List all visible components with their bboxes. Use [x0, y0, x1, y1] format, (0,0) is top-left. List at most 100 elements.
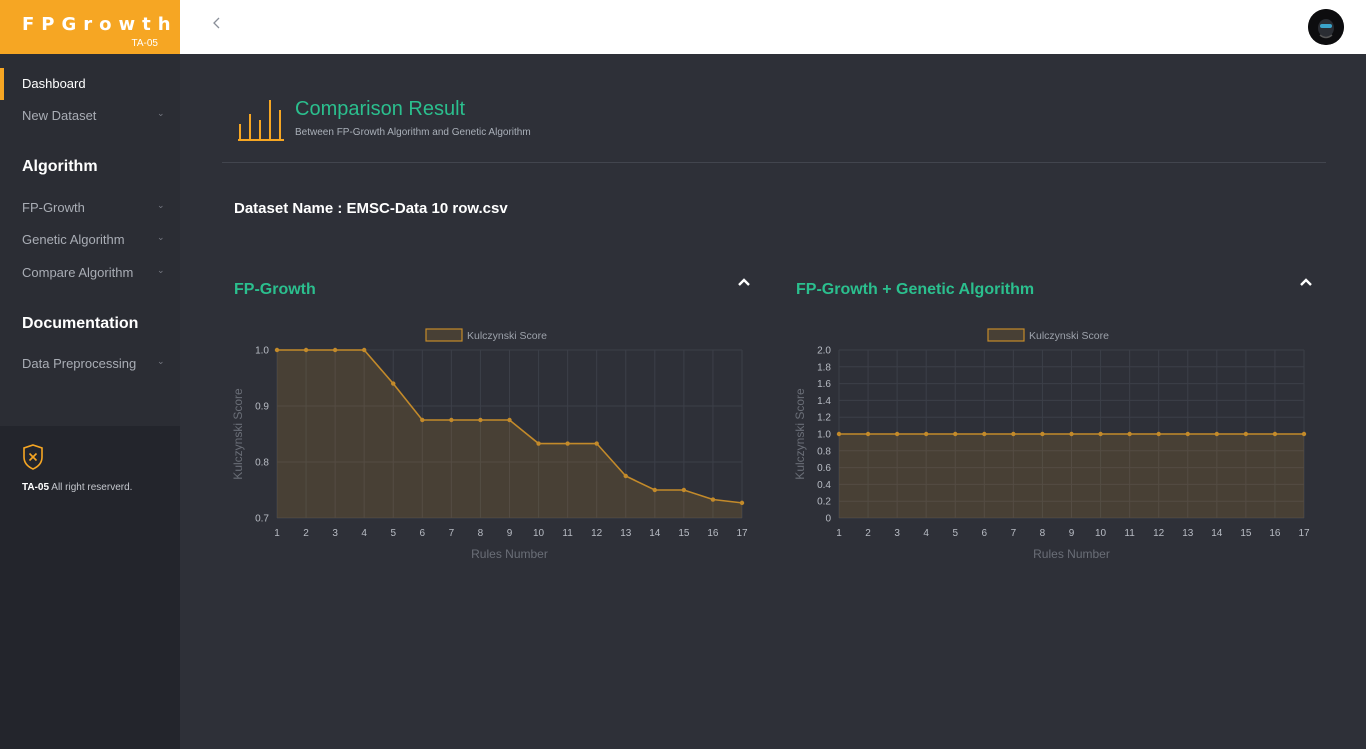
x-tick-label: 14	[649, 528, 661, 539]
data-point	[391, 381, 396, 386]
data-point	[1243, 431, 1249, 437]
algorithm-heading: Algorithm	[22, 158, 98, 175]
sidebar-item-label: Genetic Algorithm	[22, 232, 125, 247]
data-point	[420, 417, 425, 423]
x-tick-label: 17	[736, 528, 748, 539]
sidebar-item-new-dataset[interactable]: New Dataset ⌄	[0, 100, 180, 130]
x-axis-label: Rules Number	[1033, 547, 1110, 561]
y-tick-label: 1.2	[817, 413, 831, 424]
chart-fp-growth: Kulczynski Score1.00.90.80.71 2 3 4 5 6 7 8 9 10 1…	[231, 328, 748, 561]
x-tick-label: 6	[420, 528, 426, 539]
chevron-left-icon[interactable]	[207, 14, 227, 38]
sidebar-item-label: FP-Growth	[22, 200, 85, 215]
data-point	[1098, 431, 1103, 437]
x-tick-label: 10	[533, 528, 545, 539]
x-tick-label: 4	[361, 528, 367, 539]
x-tick-label: 1	[836, 528, 842, 539]
y-axis-label: Kulczynski Score	[231, 388, 245, 480]
data-point	[1214, 431, 1220, 437]
sidebar-item-fp-growth[interactable]: FP-Growth ⌄	[0, 192, 180, 222]
x-tick-label: 9	[1069, 528, 1075, 539]
chevron-up-icon[interactable]	[1296, 272, 1316, 292]
x-tick-label: 13	[620, 528, 632, 539]
data-point	[1156, 431, 1161, 437]
panel-title-fp-growth-genetic: FP-Growth + Genetic Algorithm	[796, 281, 1035, 298]
data-point	[681, 487, 687, 493]
sidebar-item-label: New Dataset	[22, 108, 97, 123]
x-tick-label: 2	[303, 528, 309, 539]
chevron-down-icon: ⌄	[157, 265, 165, 275]
brand-logo[interactable]: FPGrowth TA-05	[0, 0, 180, 54]
x-tick-label: 8	[478, 528, 484, 539]
x-tick-label: 8	[1040, 528, 1046, 539]
sidebar-item-data-preprocessing[interactable]: Data Preprocessing ⌄	[0, 348, 180, 378]
data-point	[594, 441, 599, 446]
divider	[222, 162, 1326, 163]
x-tick-label: 16	[707, 528, 719, 539]
series-area	[839, 434, 1304, 518]
x-tick-label: 5	[390, 528, 396, 539]
y-tick-label: 0.9	[255, 402, 269, 413]
x-tick-label: 10	[1095, 528, 1107, 539]
data-point	[923, 431, 929, 437]
data-point	[652, 487, 658, 493]
sidebar: Dashboard New Dataset ⌄ Algorithm FP-Gro…	[0, 54, 180, 749]
data-point	[478, 417, 483, 423]
chart-legend: Kulczynski Score	[987, 328, 1109, 342]
data-point	[1011, 431, 1016, 437]
page-title: Comparison Result	[295, 98, 466, 120]
data-point	[836, 431, 842, 437]
brand-name: FPGrowth	[22, 14, 178, 35]
x-tick-label: 1	[274, 528, 280, 539]
x-tick-label: 9	[507, 528, 513, 539]
user-avatar[interactable]	[1308, 9, 1344, 45]
chevron-down-icon: ⌄	[157, 356, 165, 366]
sidebar-item-dashboard[interactable]: Dashboard	[0, 68, 180, 100]
legend-swatch	[987, 328, 1025, 342]
x-tick-label: 11	[1124, 528, 1135, 539]
chevron-down-icon: ⌄	[157, 232, 165, 242]
data-point	[1040, 431, 1045, 437]
sidebar-menu: Dashboard New Dataset ⌄ Algorithm FP-Gro…	[0, 54, 180, 426]
page-subtitle: Between FP-Growth Algorithm and Genetic …	[295, 127, 531, 138]
y-tick-label: 2.0	[817, 346, 831, 357]
y-tick-label: 1.6	[817, 379, 831, 390]
chart-fp-growth-genetic: Kulczynski Score 2.0 1.8 1.6 1.4 1.2 1.0 0.8 0.6…	[793, 328, 1310, 561]
brand-subtitle: TA-05	[131, 38, 159, 49]
x-tick-label: 5	[952, 528, 958, 539]
x-tick-label: 12	[1153, 528, 1165, 539]
y-tick-label: 0.4	[817, 480, 831, 491]
x-tick-label: 7	[449, 528, 455, 539]
data-point	[1069, 431, 1074, 437]
data-point	[274, 347, 280, 353]
y-axis-label: Kulczynski Score	[793, 388, 807, 480]
dataset-name: Dataset Name : EMSC-Data 10 row.csv	[234, 200, 508, 217]
y-tick-label: 1.8	[817, 362, 831, 373]
copyright-team: TA-05	[22, 482, 50, 493]
x-tick-label: 14	[1211, 528, 1223, 539]
sidebar-item-genetic-algorithm[interactable]: Genetic Algorithm ⌄	[0, 224, 180, 254]
data-point	[1185, 431, 1190, 437]
sidebar-item-compare-algorithm[interactable]: Compare Algorithm ⌄	[0, 257, 180, 287]
data-point	[1127, 431, 1132, 437]
y-tick-label: 0.2	[817, 497, 831, 508]
x-tick-label: 16	[1269, 528, 1281, 539]
data-point	[536, 441, 541, 446]
data-point	[361, 347, 367, 353]
y-tick-label: 1.4	[817, 396, 831, 407]
shield-icon	[22, 444, 44, 470]
data-point	[739, 500, 745, 506]
sidebar-item-label: Data Preprocessing	[22, 356, 137, 371]
data-point	[623, 473, 628, 479]
x-tick-label: 3	[894, 528, 900, 539]
data-point	[507, 417, 512, 423]
main-content: Comparison Result Between FP-Growth Algo…	[180, 54, 1366, 749]
data-point	[565, 441, 570, 446]
x-tick-label: 12	[591, 528, 603, 539]
chevron-up-icon[interactable]	[734, 272, 754, 292]
data-point	[303, 347, 309, 353]
x-tick-label: 15	[1240, 528, 1252, 539]
y-tick-label: 0	[825, 514, 831, 525]
legend-swatch	[425, 328, 463, 342]
x-tick-label: 15	[678, 528, 690, 539]
